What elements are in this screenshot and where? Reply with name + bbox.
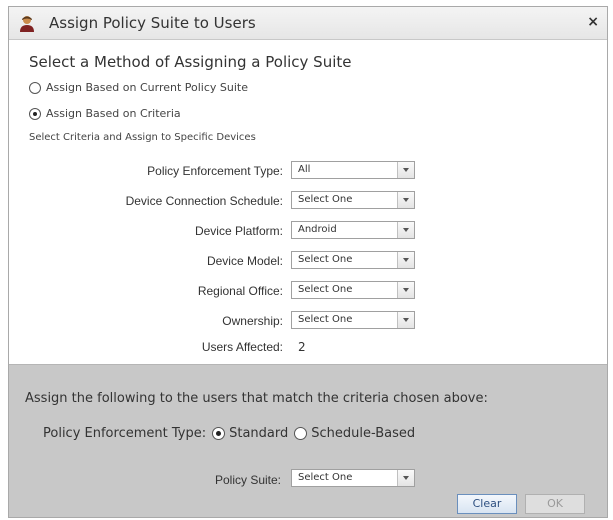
option-current-suite-label: Assign Based on Current Policy Suite — [46, 81, 248, 94]
criteria-hint: Select Criteria and Assign to Specific D… — [29, 132, 256, 143]
row-device-platform: Device Platform: Android — [9, 221, 607, 241]
assign-instruction: Assign the following to the users that m… — [25, 391, 488, 406]
chevron-down-icon[interactable] — [397, 192, 414, 208]
regional-office-label: Regional Office: — [197, 284, 283, 298]
device-model-label: Device Model: — [206, 254, 283, 268]
device-connection-schedule-label: Device Connection Schedule: — [125, 194, 283, 208]
option-based-on-criteria[interactable]: Assign Based on Criteria — [29, 107, 181, 120]
row-regional-office: Regional Office: Select One — [9, 281, 607, 301]
dialog-title: Assign Policy Suite to Users — [49, 14, 256, 32]
radio-schedule-based[interactable] — [294, 427, 308, 440]
row-device-connection-schedule: Device Connection Schedule: Select One — [9, 191, 607, 211]
clear-button[interactable]: Clear — [457, 494, 517, 514]
policy-suite-select[interactable]: Select One — [291, 469, 415, 487]
ownership-label: Ownership: — [222, 314, 283, 328]
select-value: Select One — [298, 284, 353, 295]
schedule-based-label[interactable]: Schedule-Based — [311, 426, 415, 441]
chevron-down-icon[interactable] — [397, 162, 414, 178]
chevron-down-icon[interactable] — [397, 312, 414, 328]
policy-suite-label: Policy Suite: — [214, 473, 281, 487]
dialog-titlebar: Assign Policy Suite to Users × — [9, 7, 607, 40]
user-icon — [19, 15, 35, 33]
select-value: Select One — [298, 472, 353, 483]
row-ownership: Ownership: Select One — [9, 311, 607, 331]
method-heading: Select a Method of Assigning a Policy Su… — [29, 53, 352, 71]
close-button[interactable]: × — [587, 14, 599, 30]
option-current-suite[interactable]: Assign Based on Current Policy Suite — [29, 81, 248, 94]
row-device-model: Device Model: Select One — [9, 251, 607, 271]
users-affected-count: 2 — [298, 340, 306, 354]
ok-button[interactable]: OK — [525, 494, 585, 514]
policy-enforcement-type-select[interactable]: All — [291, 161, 415, 179]
device-platform-label: Device Platform: — [194, 224, 283, 238]
chevron-down-icon[interactable] — [397, 470, 414, 486]
select-value: Select One — [298, 314, 353, 325]
radio-standard[interactable] — [212, 427, 226, 440]
select-value: Select One — [298, 194, 353, 205]
users-affected-label: Users Affected: — [201, 340, 283, 354]
row-users-affected: Users Affected: 2 — [9, 337, 607, 357]
radio-based-on-criteria[interactable] — [29, 107, 41, 120]
assign-panel: Assign the following to the users that m… — [9, 364, 607, 517]
select-value: Android — [298, 224, 337, 235]
assign-policy-dialog: Assign Policy Suite to Users × Select a … — [8, 6, 608, 518]
standard-label[interactable]: Standard — [229, 426, 288, 441]
option-based-on-criteria-label: Assign Based on Criteria — [46, 107, 181, 120]
assign-policy-enforcement-type: Policy Enforcement Type: Standard Schedu… — [43, 426, 415, 441]
radio-current-suite[interactable] — [29, 81, 41, 94]
policy-enforcement-type-label: Policy Enforcement Type: — [147, 164, 283, 178]
device-connection-schedule-select[interactable]: Select One — [291, 191, 415, 209]
regional-office-select[interactable]: Select One — [291, 281, 415, 299]
assign-pet-label: Policy Enforcement Type: — [43, 426, 207, 441]
device-platform-select[interactable]: Android — [291, 221, 415, 239]
chevron-down-icon[interactable] — [397, 282, 414, 298]
row-policy-enforcement-type: Policy Enforcement Type: All — [9, 161, 607, 181]
select-value: All — [298, 164, 311, 175]
select-value: Select One — [298, 254, 353, 265]
chevron-down-icon[interactable] — [397, 222, 414, 238]
ownership-select[interactable]: Select One — [291, 311, 415, 329]
device-model-select[interactable]: Select One — [291, 251, 415, 269]
chevron-down-icon[interactable] — [397, 252, 414, 268]
